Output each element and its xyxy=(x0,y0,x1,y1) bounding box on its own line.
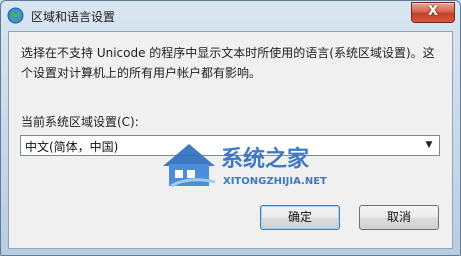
dialog-content: 选择在不支持 Unicode 的程序中显示文本时所使用的语言(系统区域设置)。这… xyxy=(8,31,453,249)
globe-icon xyxy=(7,7,24,24)
watermark-logo: 系统之家 XITONGZHIJIA.NET xyxy=(163,144,327,188)
dialog-window: 区域和语言设置 X 选择在不支持 Unicode 的程序中显示文本时所使用的语言… xyxy=(0,0,461,256)
ok-button[interactable]: 确定 xyxy=(260,205,340,230)
close-icon: X xyxy=(427,4,439,19)
window-title: 区域和语言设置 xyxy=(31,10,116,24)
cancel-button[interactable]: 取消 xyxy=(359,205,439,230)
title-bar[interactable]: 区域和语言设置 X xyxy=(1,1,460,31)
description-text: 选择在不支持 Unicode 的程序中显示文本时所使用的语言(系统区域设置)。这… xyxy=(21,46,435,80)
locale-label: 当前系统区域设置(C): xyxy=(21,115,139,129)
logo-icon xyxy=(163,144,216,188)
chevron-down-icon[interactable]: ▼ xyxy=(423,138,435,152)
watermark-url: XITONGZHIJIA.NET xyxy=(223,176,327,187)
locale-selected-value: 中文(简体，中国) xyxy=(25,140,119,154)
close-button[interactable]: X xyxy=(411,2,455,23)
watermark-brand: 系统之家 xyxy=(221,146,310,172)
